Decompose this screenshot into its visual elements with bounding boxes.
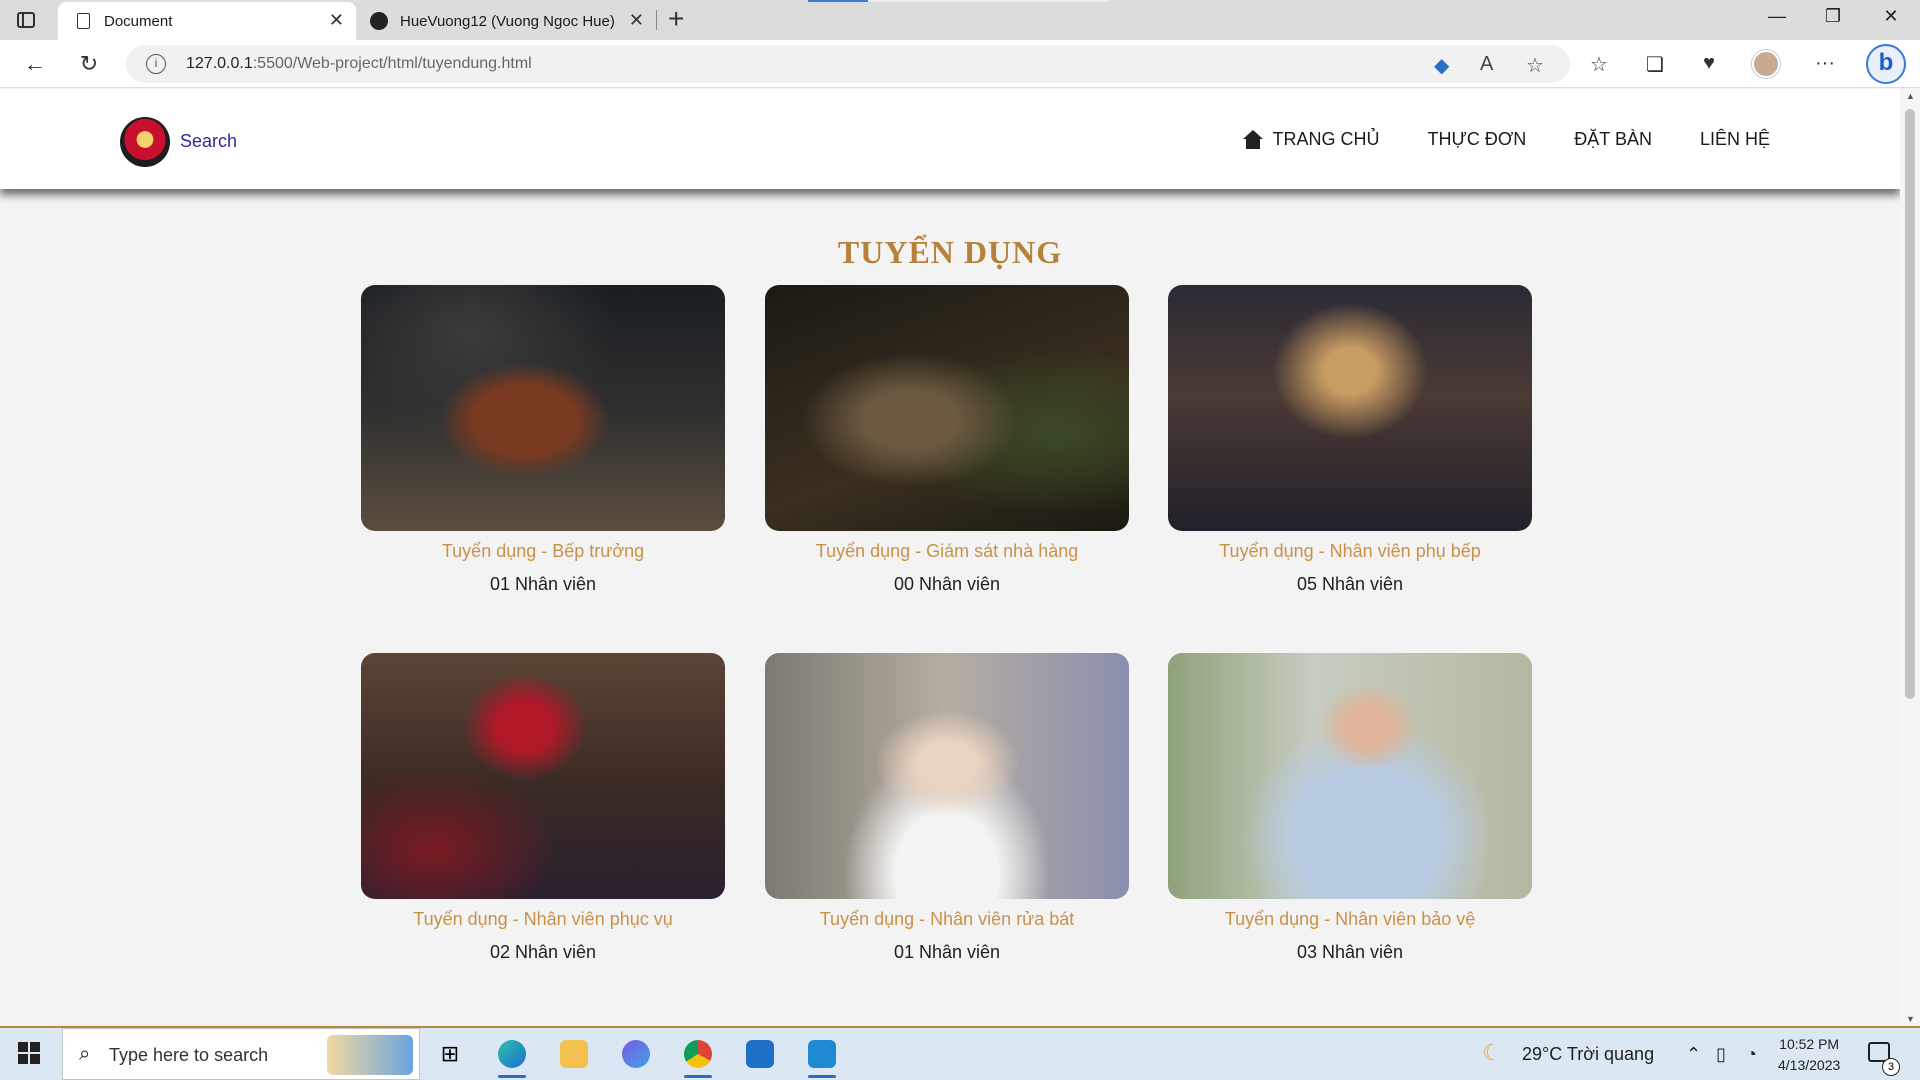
refresh-button[interactable]: ↻ xyxy=(74,50,104,78)
tab-title: HueVuong12 (Vuong Ngoc Hue) xyxy=(400,12,615,30)
nav-home[interactable]: TRANG CHỦ xyxy=(1242,129,1379,150)
start-button[interactable] xyxy=(18,1042,40,1064)
url-text[interactable]: 127.0.0.1:5500/Web-project/html/tuyendun… xyxy=(186,55,532,73)
favorites-icon[interactable]: ☆ xyxy=(1586,52,1612,77)
profile-avatar[interactable] xyxy=(1752,50,1780,78)
home-icon xyxy=(1242,129,1264,150)
tab-title: Document xyxy=(104,12,173,30)
job-count: 03 Nhân viên xyxy=(1296,942,1404,962)
main-nav: TRANG CHỦ THỰC ĐƠN ĐẶT BÀN LIÊN HỆ xyxy=(1242,129,1770,150)
more-icon[interactable]: ··· xyxy=(1812,52,1838,75)
job-count: 01 Nhân viên xyxy=(893,942,1001,962)
address-bar[interactable]: i 127.0.0.1:5500/Web-project/html/tuyend… xyxy=(126,45,1570,83)
job-photo-dishwasher[interactable] xyxy=(765,653,1129,899)
close-window-button[interactable]: ✕ xyxy=(1876,6,1906,27)
site-info-icon[interactable]: i xyxy=(146,54,166,74)
back-button[interactable]: ← xyxy=(20,50,50,78)
job-photo-supervisor[interactable] xyxy=(765,285,1129,531)
copilot-icon[interactable] xyxy=(616,1036,656,1072)
weather-text[interactable]: 29°C Trời quang xyxy=(1522,1044,1654,1065)
search-icon: ⌕ xyxy=(79,1043,91,1065)
file-explorer-icon[interactable] xyxy=(554,1036,594,1072)
job-card[interactable]: Tuyển dụng - Nhân viên phụ bếp 05 Nhân v… xyxy=(1168,285,1532,595)
page-scrollbar[interactable]: ▲ ▼ xyxy=(1900,89,1920,1026)
vscode-icon[interactable] xyxy=(802,1036,842,1078)
clock-time: 10:52 PM xyxy=(1779,1036,1840,1052)
restaurant-logo[interactable] xyxy=(120,117,170,167)
job-role[interactable]: Tuyển dụng - Nhân viên rửa bát xyxy=(765,909,1129,930)
network-icon[interactable]: ◔ xyxy=(1746,1044,1757,1065)
tab-document[interactable]: Document ✕ xyxy=(58,2,356,40)
task-view-icon[interactable]: ⊞ xyxy=(430,1036,470,1072)
job-count: 05 Nhân viên xyxy=(1296,574,1404,594)
search-link[interactable]: Search xyxy=(180,131,237,152)
close-tab-icon[interactable]: ✕ xyxy=(329,11,344,29)
taskbar-clock[interactable]: 10:52 PM 4/13/2023 xyxy=(1778,1034,1840,1076)
taskbar-search-box[interactable]: ⌕ Type here to search xyxy=(62,1028,420,1080)
device-icon[interactable]: ▯ xyxy=(1716,1044,1726,1065)
scrollbar-thumb[interactable] xyxy=(1905,109,1915,699)
read-aloud-icon[interactable]: A xyxy=(1480,53,1493,76)
clock-date: 4/13/2023 xyxy=(1778,1057,1841,1073)
browser-toolbar: ← ↻ i 127.0.0.1:5500/Web-project/html/tu… xyxy=(0,40,1920,88)
health-icon[interactable]: ♥ xyxy=(1696,52,1722,75)
nav-menu[interactable]: THỰC ĐƠN xyxy=(1427,129,1526,150)
page-title: TUYỂN DỤNG xyxy=(837,234,1063,270)
job-card[interactable]: Tuyển dụng - Nhân viên rửa bát 01 Nhân v… xyxy=(765,653,1129,963)
job-role[interactable]: Tuyển dụng - Giám sát nhà hàng xyxy=(765,541,1129,562)
minimize-button[interactable]: — xyxy=(1762,6,1792,27)
job-card[interactable]: Tuyển dụng - Bếp trưởng 01 Nhân viên xyxy=(361,285,725,595)
job-photo-kitchen-assistant[interactable] xyxy=(1168,285,1532,531)
search-highlight-image xyxy=(327,1035,413,1075)
weather-moon-icon[interactable]: ☾ xyxy=(1482,1040,1502,1066)
loading-indicator xyxy=(808,0,1108,2)
add-favorite-icon[interactable]: ☆ xyxy=(1526,53,1544,78)
document-icon xyxy=(74,11,92,31)
scroll-up-icon[interactable]: ▲ xyxy=(1906,91,1915,101)
taskbar-search-placeholder: Type here to search xyxy=(109,1045,269,1065)
job-card[interactable]: Tuyển dụng - Nhân viên phục vụ 02 Nhân v… xyxy=(361,653,725,963)
scroll-down-icon[interactable]: ▼ xyxy=(1906,1014,1915,1024)
show-hidden-icons[interactable]: ⌃ xyxy=(1686,1044,1701,1065)
collections-icon[interactable]: ❏ xyxy=(1642,52,1668,77)
edge-icon[interactable] xyxy=(492,1036,532,1078)
nav-home-label: TRANG CHỦ xyxy=(1272,129,1380,149)
job-role[interactable]: Tuyển dụng - Nhân viên bảo vệ xyxy=(1168,909,1532,930)
restore-button[interactable]: ❐ xyxy=(1818,6,1848,27)
page-viewport: Search TRANG CHỦ THỰC ĐƠN ĐẶT BÀN LIÊN H… xyxy=(0,89,1900,1026)
close-tab-icon[interactable]: ✕ xyxy=(629,11,644,29)
job-count: 01 Nhân viên xyxy=(489,574,597,594)
new-tab-button[interactable]: + xyxy=(668,4,684,34)
tab-github[interactable]: HueVuong12 (Vuong Ngoc Hue) ✕ xyxy=(360,2,656,40)
job-card[interactable]: Tuyển dụng - Nhân viên bảo vệ 03 Nhân vi… xyxy=(1168,653,1532,963)
tab-actions-icon[interactable] xyxy=(14,8,38,32)
job-card[interactable]: Tuyển dụng - Giám sát nhà hàng 00 Nhân v… xyxy=(765,285,1129,595)
windows-taskbar: ⌕ Type here to search ⊞ ☾ 29°C Trời quan… xyxy=(0,1026,1920,1080)
chrome-icon[interactable] xyxy=(678,1036,718,1078)
job-photo-security[interactable] xyxy=(1168,653,1532,899)
job-count: 00 Nhân viên xyxy=(893,574,1001,594)
job-role[interactable]: Tuyển dụng - Bếp trưởng xyxy=(361,541,725,562)
github-icon xyxy=(370,11,388,31)
job-photo-waiter[interactable] xyxy=(361,653,725,899)
shopping-tag-icon[interactable]: ◆ xyxy=(1434,53,1449,78)
browser-tab-bar: Document ✕ HueVuong12 (Vuong Ngoc Hue) ✕… xyxy=(0,0,1920,40)
notifications-count: 3 xyxy=(1882,1058,1900,1076)
job-count: 02 Nhân viên xyxy=(489,942,597,962)
nav-reservation[interactable]: ĐẶT BÀN xyxy=(1574,129,1652,150)
site-header: Search TRANG CHỦ THỰC ĐƠN ĐẶT BÀN LIÊN H… xyxy=(0,89,1900,189)
mail-icon[interactable] xyxy=(740,1036,780,1072)
job-photo-chef[interactable] xyxy=(361,285,725,531)
tab-separator xyxy=(656,10,657,30)
job-role[interactable]: Tuyển dụng - Nhân viên phục vụ xyxy=(361,909,725,930)
job-role[interactable]: Tuyển dụng - Nhân viên phụ bếp xyxy=(1168,541,1532,562)
nav-contact[interactable]: LIÊN HỆ xyxy=(1700,129,1770,150)
bing-icon[interactable]: b xyxy=(1866,44,1906,84)
